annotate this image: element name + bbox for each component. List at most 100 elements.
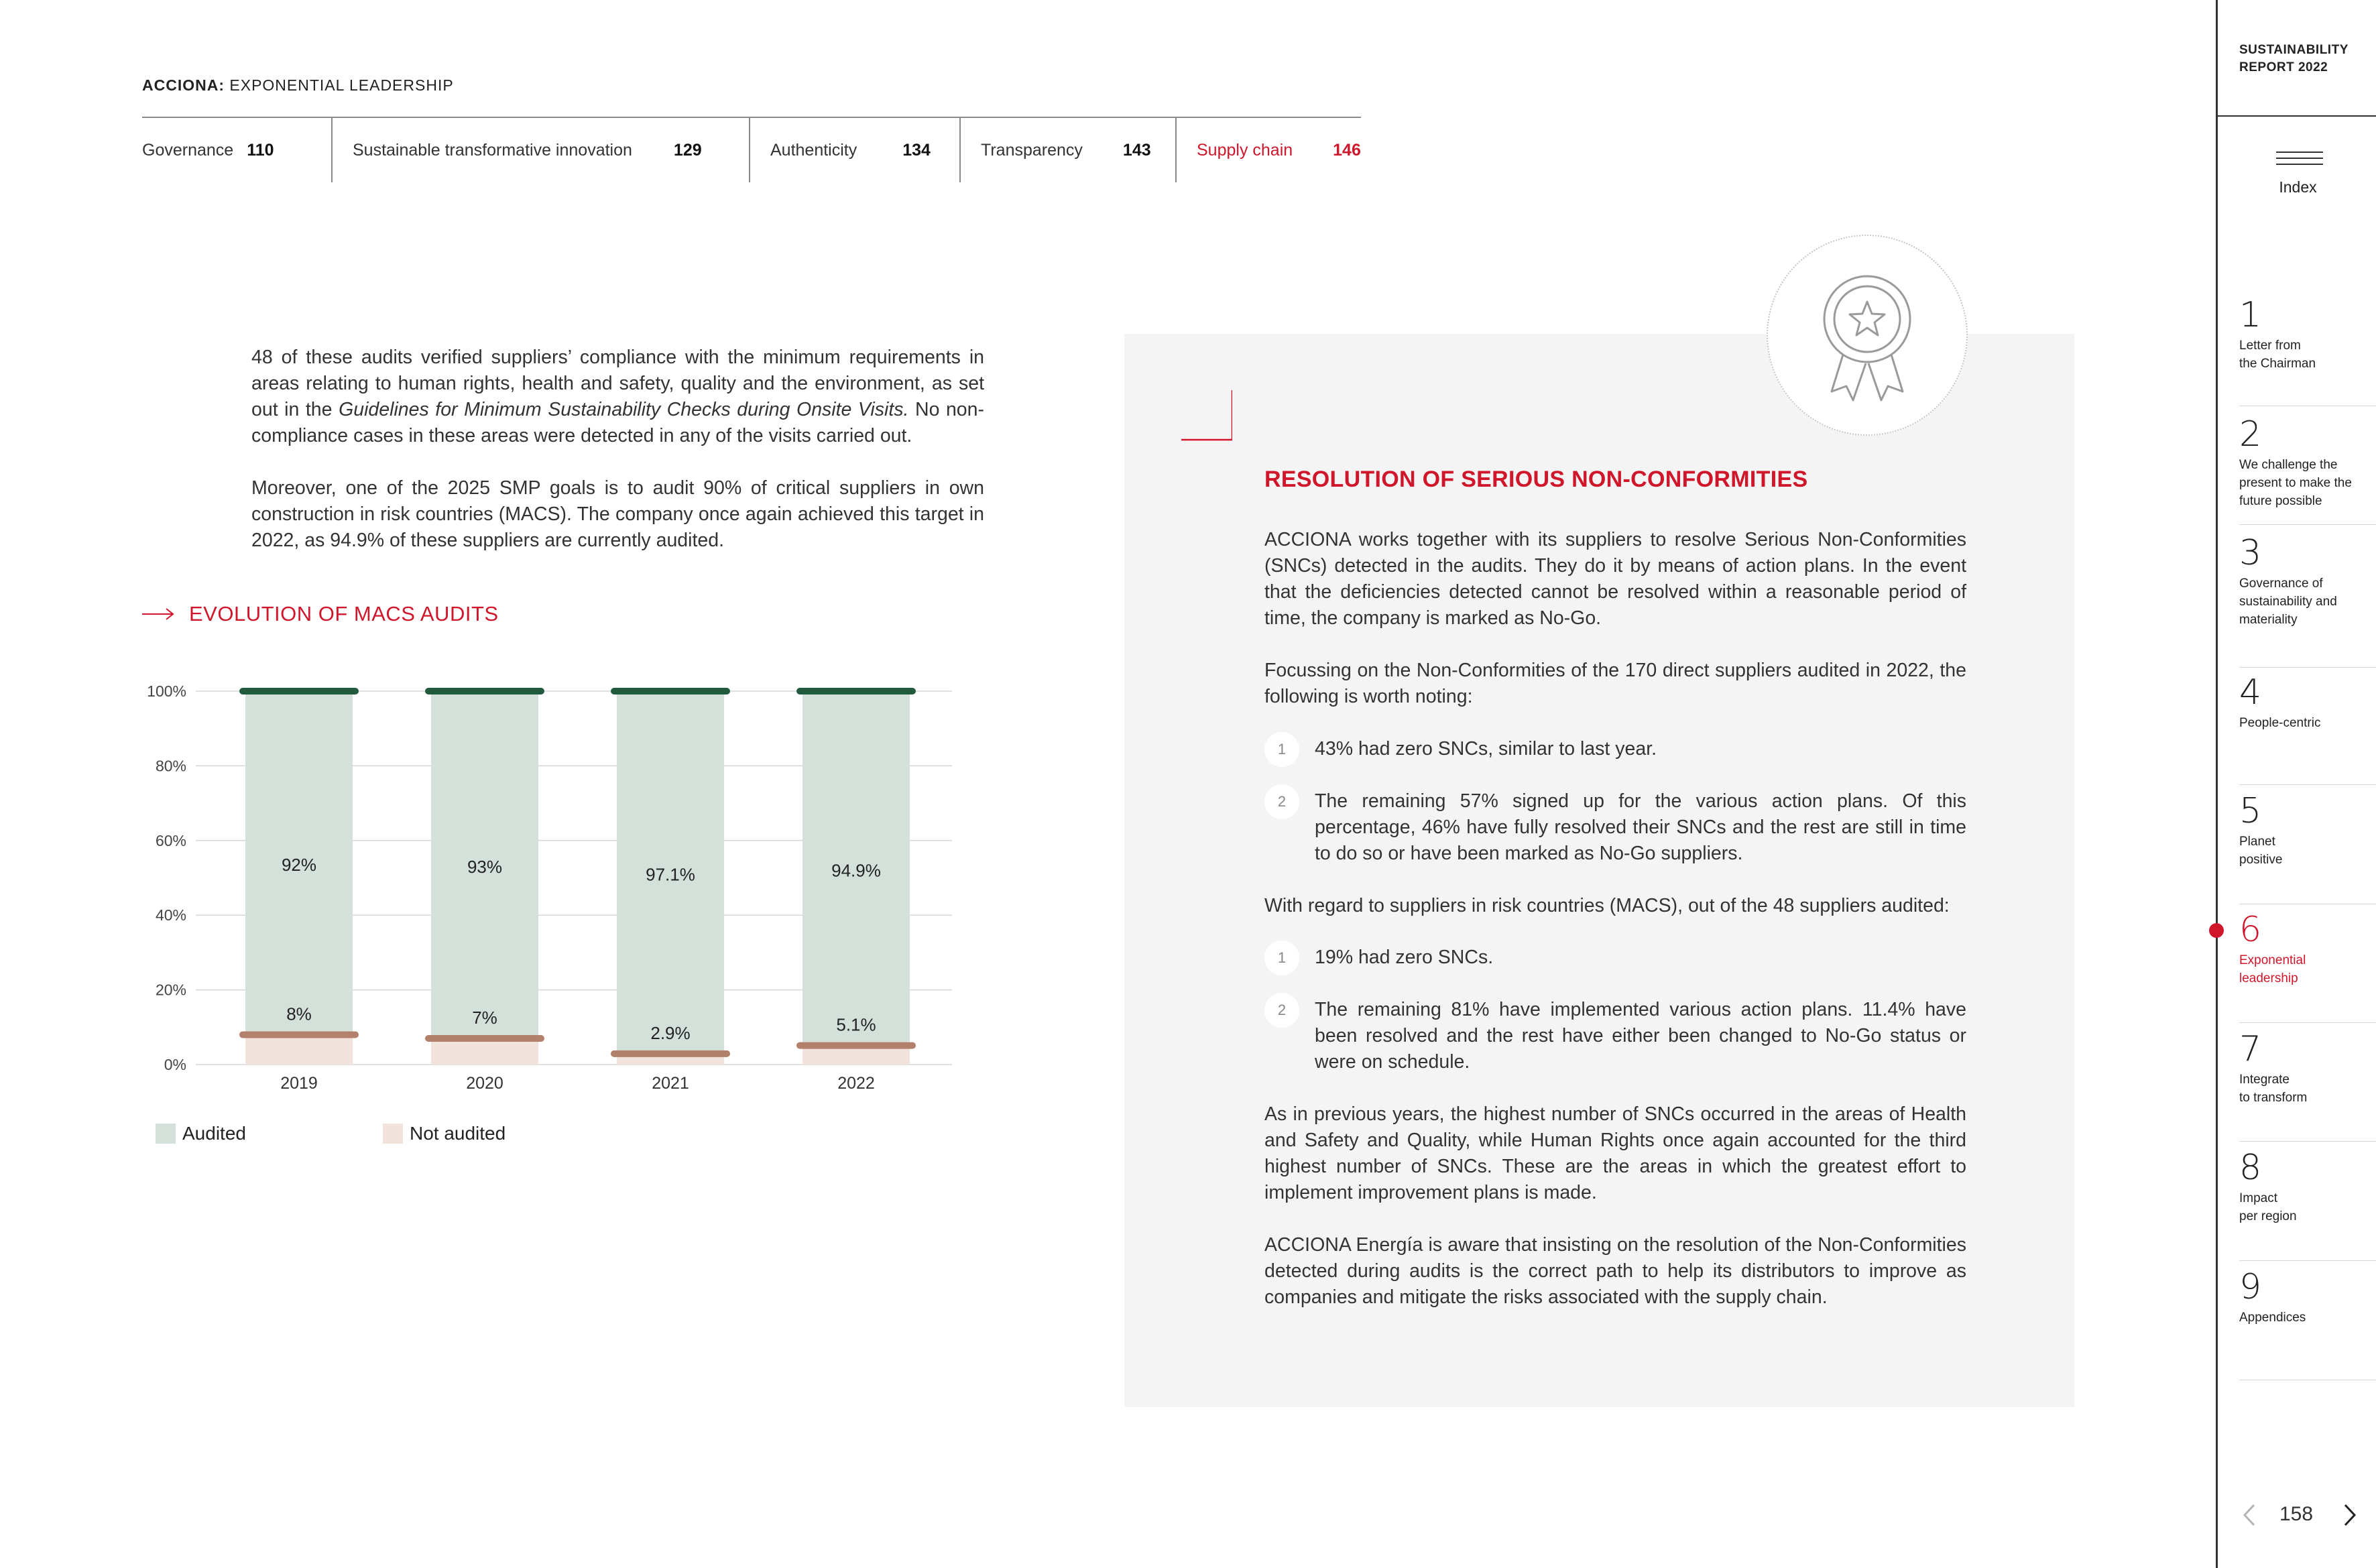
nav-authenticity[interactable]: Authenticity 134	[750, 118, 959, 182]
macs-audits-chart: 0% 20% 40% 60% 80% 100% 92% 8% 2019 93% 7% 2020 97.1…	[147, 682, 952, 1093]
nav-sustainable-innovation[interactable]: Sustainable transformative innovation 129	[333, 118, 749, 182]
data-label-not-audited: 5.1%	[836, 1015, 876, 1035]
legend-swatch-audited	[156, 1124, 176, 1144]
box-paragraph-3: With regard to suppliers in risk countri…	[1264, 895, 1950, 916]
nav-label: Authenticity	[770, 140, 857, 160]
nav-governance[interactable]: Governance 110	[142, 118, 331, 182]
chapter-number: 6	[2239, 910, 2262, 950]
award-badge	[1767, 235, 1968, 436]
data-label-not-audited: 8%	[286, 1004, 312, 1024]
nav-page: 134	[902, 140, 931, 160]
box-title: RESOLUTION OF SERIOUS NON-CONFORMITIES	[1264, 467, 1808, 492]
chapter-title: Appendices	[2239, 1311, 2306, 1325]
report-sidebar: SUSTAINABILITY REPORT 2022 Index 1 Letter …	[2209, 0, 2376, 1568]
index-label[interactable]: Index	[2218, 178, 2376, 196]
chapter-number: 9	[2239, 1267, 2262, 1307]
chapter-number: 7	[2239, 1029, 2262, 1069]
nav-page: 143	[1122, 140, 1151, 160]
bar-not-audited	[431, 1038, 538, 1065]
nav-supply-chain[interactable]: Supply chain 146	[1177, 118, 1364, 182]
data-label-audited: 94.9%	[831, 860, 881, 880]
page-pager: 158	[2218, 1500, 2376, 1530]
chart-legend: Audited Not audited	[156, 1123, 547, 1144]
legend-item-audited: Audited	[156, 1123, 246, 1144]
chapter-title: People-centric	[2239, 716, 2321, 730]
section-nav: Governance 110 Sustainable transformative…	[142, 118, 1364, 182]
y-tick-label: 100%	[147, 682, 186, 700]
guidelines-title: Guidelines for Minimum Sustainability Ch…	[339, 399, 909, 420]
chapter-title: Exponential leadership	[2239, 953, 2306, 985]
report-title-line: SUSTAINABILITY	[2239, 43, 2349, 57]
smp-goals-paragraph: Moreover, one of the 2025 SMP goals is t…	[251, 477, 984, 551]
chapter-divider	[2239, 524, 2376, 525]
box-paragraph-1: ACCIONA works together with its supplier…	[1264, 529, 1966, 629]
list-item: 43% had zero SNCs, similar to last year.	[1315, 738, 1657, 760]
nav-page: 110	[247, 140, 274, 160]
chapter-number: 1	[2239, 295, 2262, 335]
chapter-number: 2	[2239, 414, 2262, 455]
x-tick-label: 2020	[466, 1074, 503, 1093]
x-tick-label: 2021	[652, 1074, 689, 1093]
list-number: 2	[1264, 784, 1299, 819]
data-label-not-audited: 7%	[472, 1008, 497, 1028]
y-tick-label: 20%	[156, 981, 186, 999]
bar-not-audited	[245, 1034, 353, 1065]
corner-bracket-decoration	[1181, 390, 1232, 441]
list-item: 19% had zero SNCs.	[1315, 947, 1494, 968]
x-tick-label: 2022	[837, 1074, 875, 1093]
chapter-title: Governance of sustainability and materiali…	[2239, 577, 2337, 627]
chapter-divider	[2239, 667, 2376, 668]
brand-section: EXPONENTIAL LEADERSHIP	[225, 76, 454, 94]
legend-label: Audited	[182, 1123, 246, 1144]
chapter-divider	[2239, 1022, 2376, 1023]
box-paragraph-2: Focussing on the Non-Conformities of the…	[1264, 660, 1966, 707]
list-number: 2	[1264, 993, 1299, 1028]
y-tick-label: 0%	[164, 1056, 186, 1073]
list-number: 1	[1264, 941, 1299, 975]
chevron-left-icon[interactable]	[2239, 1503, 2259, 1527]
chapter-divider	[2239, 1260, 2376, 1261]
legend-label: Not audited	[409, 1123, 506, 1144]
box-paragraph-4: As in previous years, the highest number…	[1264, 1103, 1966, 1203]
audit-compliance-paragraph: 48 of these audits verified suppliers’ c…	[251, 345, 984, 449]
box-paragraph-5: ACCIONA Energía is aware that insisting …	[1264, 1234, 1966, 1308]
nav-label: Sustainable transformative innovation	[353, 140, 632, 160]
nav-page: 129	[673, 140, 702, 160]
data-label-audited: 93%	[467, 857, 502, 877]
x-tick-label: 2019	[280, 1074, 318, 1093]
chapter-divider	[2239, 784, 2376, 785]
chapter-title: We challenge the present to make the futur…	[2239, 458, 2352, 508]
chapter-title: Planet positive	[2239, 835, 2283, 867]
chevron-right-icon[interactable]	[2340, 1503, 2360, 1527]
report-title-line: REPORT 2022	[2239, 60, 2328, 74]
y-tick-label: 40%	[156, 906, 186, 924]
nav-label: Transparency	[981, 140, 1083, 160]
y-tick-label: 60%	[156, 832, 186, 849]
chart-title: EVOLUTION OF MACS AUDITS	[189, 602, 499, 625]
chart-section-title: EVOLUTION OF MACS AUDITS	[142, 602, 499, 626]
brand-name: ACCIONA:	[142, 76, 225, 94]
legend-swatch-not-audited	[382, 1124, 403, 1144]
data-label-audited: 97.1%	[646, 864, 695, 884]
chapter-title: Impact per region	[2239, 1191, 2297, 1223]
nav-label: Supply chain	[1197, 140, 1293, 160]
chapter-number: 4	[2239, 672, 2262, 713]
page-number: 158	[2279, 1503, 2314, 1525]
brand-header: ACCIONA: EXPONENTIAL LEADERSHIP	[142, 76, 454, 95]
nav-label: Governance	[142, 140, 234, 160]
data-label-audited: 92%	[282, 855, 316, 875]
list-number: 1	[1264, 732, 1299, 767]
data-label-not-audited: 2.9%	[650, 1023, 690, 1043]
report-title: SUSTAINABILITY REPORT 2022	[2239, 42, 2349, 76]
list-item: The remaining 57% signed up for the vari…	[1315, 790, 1966, 864]
arrow-right-icon	[142, 608, 174, 620]
nav-transparency[interactable]: Transparency 143	[961, 118, 1175, 182]
chapter-title: Integrate to transform	[2239, 1073, 2308, 1105]
hamburger-menu-icon[interactable]	[2276, 152, 2323, 172]
sidebar-rule	[2218, 115, 2376, 117]
list-item: The remaining 81% have implemented vario…	[1315, 999, 1966, 1073]
chapter-title: Letter from the Chairman	[2239, 339, 2316, 371]
award-medal-icon	[1823, 275, 1911, 402]
nav-page: 146	[1333, 140, 1361, 160]
chapter-number: 8	[2239, 1148, 2262, 1188]
